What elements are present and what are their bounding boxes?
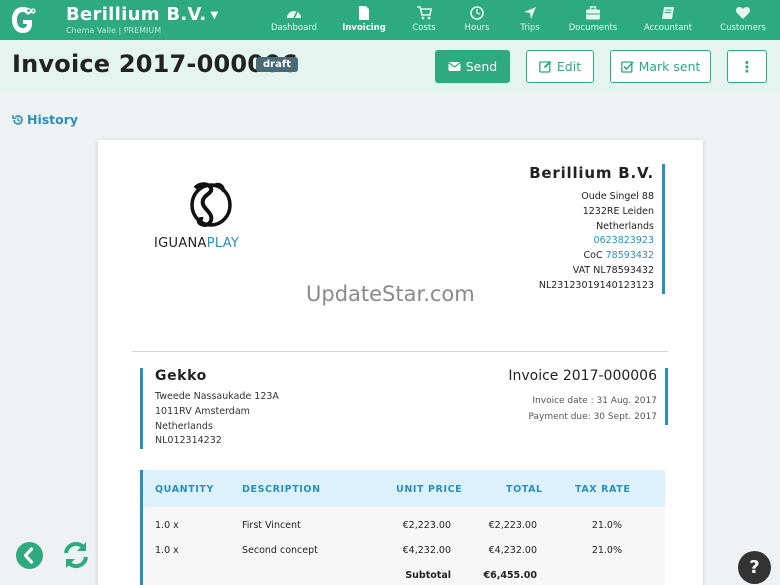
cell-unit-price: €2,223.00	[402, 520, 451, 531]
sender-coc: CoC 78593432	[529, 249, 654, 264]
cell-total: €4,232.00	[488, 545, 537, 556]
sender-address-1: Oude Singel 88	[581, 191, 654, 202]
nav-label: Hours	[464, 23, 490, 33]
watermark-text: UpdateStar.com	[306, 282, 475, 306]
col-total: TOTAL	[506, 484, 543, 495]
divider	[132, 351, 668, 352]
history-link[interactable]: History	[12, 112, 78, 127]
user-plan-line: Chema Valle | PREMIUM	[66, 26, 162, 35]
dashboard-icon	[287, 11, 301, 19]
sender-block: Berillium B.V. Oude Singel 88 1232RE Lei…	[529, 164, 665, 294]
send-label: Send	[465, 59, 498, 74]
company-switcher[interactable]: Berillium B.V. ▼	[66, 4, 219, 25]
back-button[interactable]	[16, 542, 43, 569]
cell-tax-rate: 21.0%	[591, 520, 622, 531]
edit-label: Edit	[556, 59, 582, 74]
help-button[interactable]: ?	[738, 551, 771, 584]
mark-sent-button[interactable]: Mark sent	[610, 50, 711, 83]
nav-trips[interactable]: Trips	[512, 0, 548, 40]
status-badge: draft	[256, 57, 298, 72]
nav-label: Dashboard	[270, 23, 318, 33]
edit-icon	[539, 60, 552, 73]
client-name: Gekko	[155, 368, 207, 384]
cell-quantity: 1.0 x	[155, 520, 179, 531]
subtotal-value: €6,455.00	[483, 570, 538, 581]
heart-icon	[735, 7, 751, 19]
invoice-header: Invoice 2017-000006 draft Send Edit Mark…	[0, 40, 780, 93]
sender-name: Berillium B.V.	[529, 164, 654, 182]
more-options-button[interactable]: ⋮	[727, 50, 767, 83]
cell-unit-price: €4,232.00	[402, 545, 451, 556]
client-address-2: 1011RV Amsterdam	[155, 405, 250, 417]
col-description: DESCRIPTION	[242, 484, 321, 495]
payment-due: Payment due: 30 Sept. 2017	[528, 412, 657, 422]
nav-dashboard[interactable]: Dashboard	[268, 0, 320, 40]
client-address-1: Tweede Nassaukade 123A	[155, 391, 279, 402]
clock-icon	[470, 6, 484, 20]
cell-description: First Vincent	[242, 520, 301, 531]
logo-text-part-a: IGUANA	[154, 236, 207, 251]
nav-label: Accountant	[643, 23, 693, 33]
book-icon	[662, 7, 674, 19]
location-arrow-icon	[524, 7, 536, 19]
subtotal-label: Subtotal	[405, 570, 451, 581]
company-name: Berillium B.V.	[66, 4, 207, 25]
sender-phone-link[interactable]: 0623823923	[529, 234, 654, 249]
nav-label: Customers	[720, 23, 766, 33]
coc-link[interactable]: 78593432	[606, 250, 654, 261]
sender-country: Netherlands	[596, 220, 654, 232]
client-country: Netherlands	[155, 420, 213, 432]
history-label: History	[27, 112, 79, 127]
nav-label: Costs	[412, 23, 436, 33]
nav-label: Trips	[520, 23, 540, 33]
cell-description: Second concept	[242, 545, 318, 556]
caret-down-icon: ▼	[210, 9, 219, 21]
file-icon	[359, 6, 369, 20]
app-logo-icon[interactable]	[10, 5, 36, 35]
cart-icon	[417, 6, 432, 20]
top-navigation: Berillium B.V. ▼ Chema Valle | PREMIUM Da…	[0, 0, 780, 40]
line-items-table: QUANTITY DESCRIPTION UNIT PRICE TOTAL TA…	[140, 470, 665, 585]
cell-total: €2,223.00	[488, 520, 537, 531]
client-vat: NL012314232	[155, 435, 222, 447]
col-tax-rate: TAX RATE	[575, 484, 631, 495]
logo-text-part-b: PLAY	[206, 236, 240, 251]
coc-label: CoC	[583, 250, 603, 262]
briefcase-icon	[586, 6, 600, 20]
col-unit-price: UNIT PRICE	[396, 484, 463, 495]
envelope-icon	[447, 62, 461, 71]
nav-label: Documents	[568, 23, 618, 33]
send-button[interactable]: Send	[435, 50, 510, 83]
invoice-number: Invoice 2017-000006	[508, 368, 657, 384]
chevron-left-icon	[23, 547, 34, 564]
table-row: 1.0 x First Vincent €2,223.00 €2,223.00 …	[143, 507, 665, 537]
nav-hours[interactable]: Hours	[459, 0, 495, 40]
subtotal-row: Subtotal €6,455.00	[143, 562, 665, 585]
nav-accountant[interactable]: Accountant	[640, 0, 696, 40]
edit-button[interactable]: Edit	[526, 50, 594, 83]
cell-tax-rate: 21.0%	[591, 545, 622, 556]
check-square-icon	[620, 61, 634, 73]
cell-quantity: 1.0 x	[155, 545, 179, 556]
sender-vat: VAT NL78593432	[572, 264, 654, 276]
history-icon	[12, 114, 23, 125]
table-row: 1.0 x Second concept €4,232.00 €4,232.00…	[143, 537, 665, 562]
refresh-icon[interactable]	[61, 540, 91, 570]
invoice-info-block: Invoice 2017-000006 Invoice date : 31 Au…	[508, 368, 668, 425]
mark-sent-label: Mark sent	[638, 59, 701, 74]
table-header: QUANTITY DESCRIPTION UNIT PRICE TOTAL TA…	[143, 470, 665, 507]
col-quantity: QUANTITY	[155, 484, 214, 495]
invoice-date: Invoice date : 31 Aug. 2017	[532, 396, 657, 406]
nav-documents[interactable]: Documents	[566, 0, 620, 40]
nav-costs[interactable]: Costs	[406, 0, 442, 40]
logo-wordmark: IGUANAPLAY	[154, 236, 239, 251]
nav-customers[interactable]: Customers	[716, 0, 770, 40]
sender-iban: NL23123019140123123	[538, 279, 654, 291]
client-block: Gekko Tweede Nassaukade 123A 1011RV Amst…	[140, 368, 279, 450]
invoice-document: IGUANAPLAY Berillium B.V. Oude Singel 88…	[98, 140, 703, 585]
nav-label: Invoicing	[342, 23, 386, 33]
nav-invoicing[interactable]: Invoicing	[340, 0, 388, 40]
sender-address-2: 1232RE Leiden	[582, 205, 654, 217]
more-vertical-icon: ⋮	[739, 57, 755, 76]
